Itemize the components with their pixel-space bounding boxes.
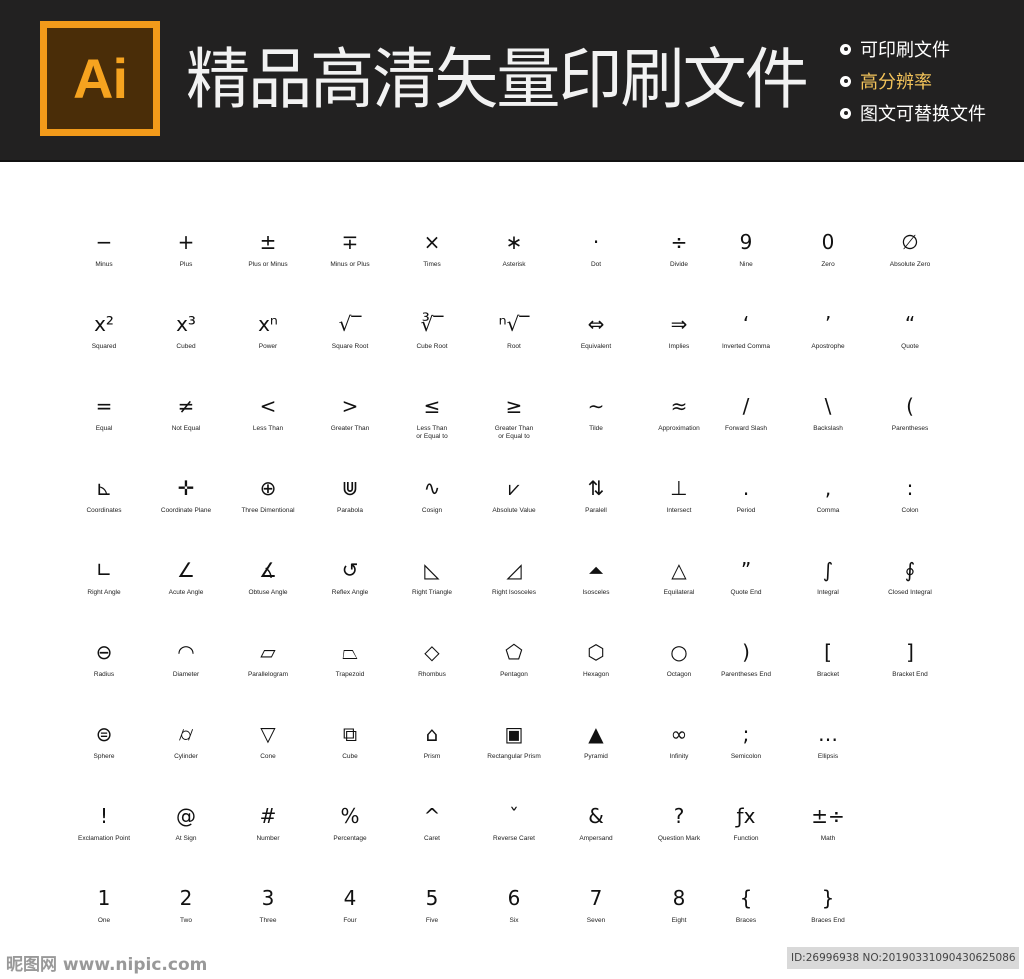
symbol-item: ( Parentheses bbox=[860, 394, 960, 464]
symbol-glyph-icon: ∅ bbox=[901, 230, 919, 254]
symbol-label: Parentheses bbox=[891, 425, 929, 432]
symbol-label: Closed Integral bbox=[888, 589, 932, 596]
symbol-label: Bracket End bbox=[892, 671, 928, 678]
symbol-item: : Colon bbox=[860, 476, 960, 546]
symbol-item: … Ellipsis bbox=[778, 722, 878, 792]
symbol-label: Braces End bbox=[811, 917, 845, 924]
symbol-item: “ Quote bbox=[860, 312, 960, 382]
symbol-label: Colon bbox=[901, 507, 919, 514]
symbol-glyph-icon: … bbox=[818, 722, 838, 746]
symbol-item: ] Bracket End bbox=[860, 640, 960, 710]
symbol-label: Math bbox=[820, 835, 836, 842]
symbol-glyph-icon: ] bbox=[906, 640, 914, 664]
symbol-glyph-icon: ( bbox=[906, 394, 914, 418]
symbol-item: } Braces End bbox=[778, 886, 878, 956]
symbol-label: Ellipsis bbox=[817, 753, 839, 760]
symbol-item: ∅ Absolute Zero bbox=[860, 230, 960, 300]
watermark: 昵图网 www.nipic.com bbox=[6, 955, 208, 975]
symbol-item: ∮ Closed Integral bbox=[860, 558, 960, 628]
symbol-grid: − Minus + Plus ± Plus or Minus ∓ Minus or Plus ×… bbox=[0, 0, 1024, 979]
symbol-label: Quote bbox=[901, 343, 919, 350]
image-id-strip: ID:26996938 NO:20190331090430625086 bbox=[787, 947, 1019, 969]
symbol-glyph-icon: ∮ bbox=[904, 558, 916, 582]
symbol-item: ±÷ Math bbox=[778, 804, 878, 874]
symbol-glyph-icon: } bbox=[821, 886, 835, 910]
symbol-label: Absolute Zero bbox=[889, 261, 931, 268]
symbol-glyph-icon: ±÷ bbox=[811, 804, 845, 828]
symbol-glyph-icon: “ bbox=[904, 312, 916, 336]
symbol-glyph-icon: : bbox=[906, 476, 914, 500]
